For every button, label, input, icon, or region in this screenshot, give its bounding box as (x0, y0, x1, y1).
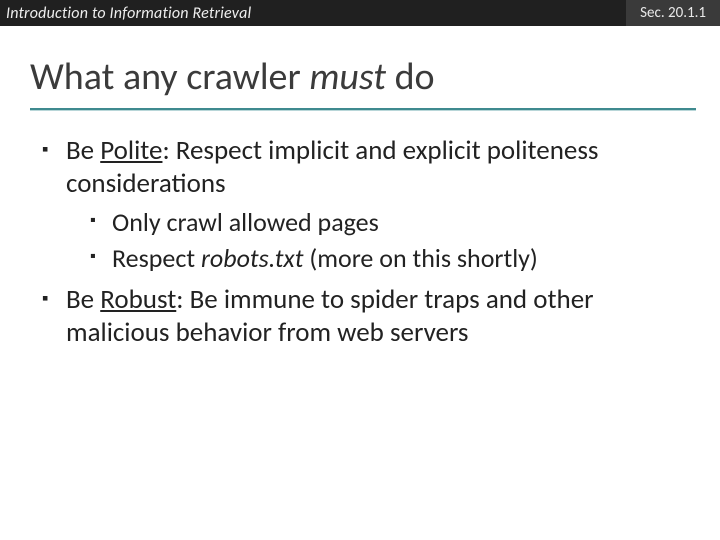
sub-pre: Respect (112, 242, 201, 274)
sub-bullet: Only crawl allowed pages (90, 207, 692, 239)
bullet-robust: Be Robust: Be immune to spider traps and… (42, 284, 692, 350)
title-post: do (386, 54, 435, 100)
title-underline (30, 108, 696, 111)
bullet-pre: Be (66, 283, 100, 316)
sub-emphasis: robots.txt (201, 242, 304, 274)
title-emphasis: must (309, 54, 386, 100)
course-title: Introduction to Information Retrieval (0, 4, 251, 23)
sub-bullet: Respect robots.txt (more on this shortly… (90, 243, 692, 275)
slide: Introduction to Information Retrieval Se… (0, 0, 720, 540)
sub-post: (more on this shortly) (303, 242, 537, 274)
slide-title: What any crawler must do (30, 54, 696, 100)
slide-body: Be Polite: Respect implicit and explicit… (0, 117, 720, 350)
title-block: What any crawler must do (0, 26, 720, 117)
bullet-list: Be Polite: Respect implicit and explicit… (42, 135, 692, 350)
title-pre: What any crawler (30, 54, 309, 100)
bullet-keyword: Polite (100, 134, 162, 167)
section-label: Sec. 20.1.1 (626, 0, 720, 26)
bullet-keyword: Robust (100, 283, 176, 316)
bullet-polite: Be Polite: Respect implicit and explicit… (42, 135, 692, 274)
top-bar: Introduction to Information Retrieval Se… (0, 0, 720, 26)
sub-list: Only crawl allowed pages Respect robots.… (90, 207, 692, 274)
bullet-pre: Be (66, 134, 100, 167)
